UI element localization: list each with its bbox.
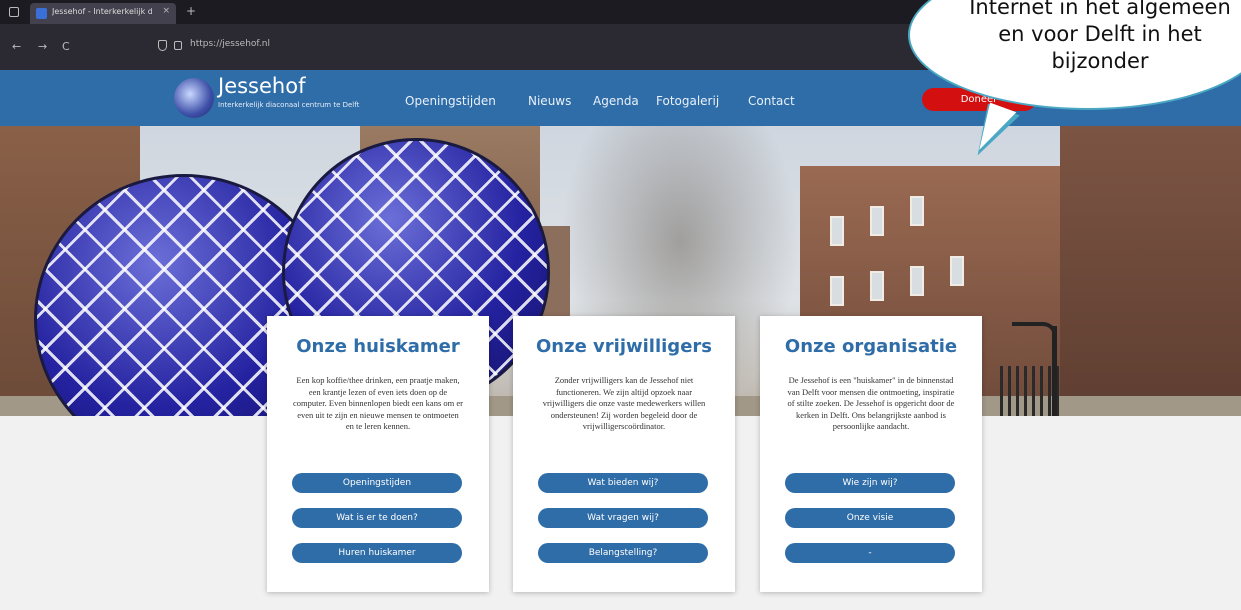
hero-window <box>830 276 844 306</box>
card-title: Onze organisatie <box>784 336 958 357</box>
nav-contact[interactable]: Contact <box>748 94 795 108</box>
openingstijden-button[interactable]: Openingstijden <box>292 473 462 493</box>
hero-window <box>910 266 924 296</box>
card-vrijwilligers: Onze vrijwilligers Zonder vrijwilligers … <box>513 316 735 592</box>
card-title: Onze vrijwilligers <box>535 336 712 357</box>
close-tab-icon[interactable]: × <box>162 6 170 16</box>
street-lamp <box>1052 326 1057 416</box>
hero-window <box>950 256 964 286</box>
reload-icon[interactable]: C <box>62 40 70 53</box>
card-text: Zonder vrijwilligers kan de Jessehof nie… <box>542 375 706 431</box>
forward-icon[interactable]: → <box>38 40 47 53</box>
new-tab-icon[interactable]: + <box>186 4 196 18</box>
card-organisatie: Onze organisatie De Jessehof is een "hui… <box>760 316 982 592</box>
tracking-shield-icon[interactable] <box>158 40 167 51</box>
speech-bubble-line: Internet in het algemeen <box>969 0 1231 19</box>
back-icon[interactable]: ← <box>12 40 21 53</box>
logo-subtitle: Interkerkelijk diaconaal centrum te Delf… <box>218 101 360 109</box>
card-text: De Jessehof is een "huiskamer" in de bin… <box>787 375 955 431</box>
onze-visie-button[interactable]: Onze visie <box>785 508 955 528</box>
wat-is-er-te-doen-button[interactable]: Wat is er te doen? <box>292 508 462 528</box>
jessehof-logo-icon[interactable] <box>174 78 214 118</box>
browser-tab[interactable]: Jessehof - Interkerkelijk diaconaal ... … <box>30 3 176 24</box>
lock-icon[interactable] <box>174 41 182 50</box>
speech-bubble-text: Internet in het algemeen en voor Delft i… <box>950 0 1241 75</box>
logo-title[interactable]: Jessehof <box>218 74 305 98</box>
belangstelling-button[interactable]: Belangstelling? <box>538 543 708 563</box>
tab-title: Jessehof - Interkerkelijk diaconaal ... <box>52 7 152 16</box>
wie-zijn-wij-button[interactable]: Wie zijn wij? <box>785 473 955 493</box>
hero-building-far-right <box>1060 126 1241 416</box>
card-title: Onze huiskamer <box>296 336 460 357</box>
nav-openingstijden[interactable]: Openingstijden <box>405 94 496 108</box>
hero-gate <box>1000 366 1060 416</box>
hero-window <box>870 206 884 236</box>
hero-window <box>830 216 844 246</box>
card-text: Een kop koffie/thee drinken, een praatje… <box>293 375 463 431</box>
wat-vragen-wij-button[interactable]: Wat vragen wij? <box>538 508 708 528</box>
site-favicon-icon <box>36 8 47 19</box>
card-huiskamer: Onze huiskamer Een kop koffie/thee drink… <box>267 316 489 592</box>
nav-fotogalerij[interactable]: Fotogalerij <box>656 94 719 108</box>
hero-window <box>870 271 884 301</box>
address-bar[interactable]: https://jessehof.nl <box>190 39 270 49</box>
speech-bubble-line: bijzonder <box>1051 49 1149 73</box>
huren-huiskamer-button[interactable]: Huren huiskamer <box>292 543 462 563</box>
nav-nieuws[interactable]: Nieuws <box>528 94 571 108</box>
street-lamp-arm <box>1012 322 1057 336</box>
hero-window <box>910 196 924 226</box>
window-list-icon[interactable] <box>9 7 19 17</box>
nav-agenda[interactable]: Agenda <box>593 94 639 108</box>
wat-bieden-wij-button[interactable]: Wat bieden wij? <box>538 473 708 493</box>
speech-bubble-line: en voor Delft in het <box>998 22 1202 46</box>
placeholder-button[interactable]: - <box>785 543 955 563</box>
